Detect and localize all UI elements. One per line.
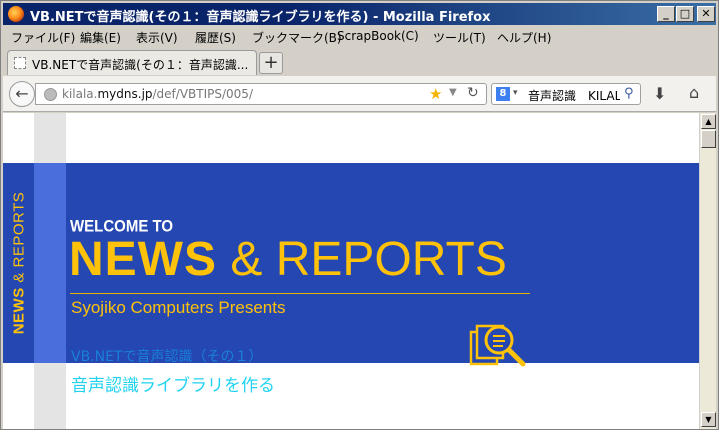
minimize-button[interactable]: _	[657, 6, 675, 22]
headline-divider	[70, 293, 530, 294]
scroll-down-button[interactable]: ▼	[701, 412, 716, 427]
maximize-button[interactable]: □	[676, 6, 694, 22]
reload-icon[interactable]: ↻	[467, 85, 479, 101]
url-text[interactable]: kilala.mydns.jp/def/VBTIPS/005/	[62, 87, 253, 101]
search-engine-icon[interactable]: 8	[496, 87, 510, 101]
article-subtitle-link[interactable]: 音声認識ライブラリを作る	[71, 371, 275, 396]
search-engine-dropdown-icon[interactable]: ▾	[513, 88, 518, 98]
menu-file[interactable]: ファイル(F)	[11, 29, 75, 46]
browser-window: VB.NETで音声認識(その１：音声認識ライブラリを作る) - Mozilla …	[0, 0, 719, 430]
menu-help[interactable]: ヘルプ(H)	[497, 29, 551, 46]
close-button[interactable]: ✕	[697, 6, 715, 22]
menu-edit[interactable]: 編集(E)	[80, 29, 121, 46]
scroll-up-button[interactable]: ▲	[701, 114, 716, 129]
site-subtitle: Syojiko Computers Presents	[71, 298, 286, 317]
title-bar: VB.NETで音声認識(その１：音声認識ライブラリを作る) - Mozilla …	[3, 3, 716, 25]
tab-strip: VB.NETで音声認識(その１：音声認識... +	[3, 49, 716, 75]
page-favicon-icon	[14, 57, 26, 69]
vertical-site-title: NEWS & REPORTS	[10, 191, 28, 335]
globe-icon	[44, 88, 57, 101]
navigation-bar: ← kilala.mydns.jp/def/VBTIPS/005/ ★ ▼ ↻ …	[3, 76, 716, 112]
search-icon[interactable]: ⚲	[624, 86, 634, 101]
home-button[interactable]: ⌂	[689, 83, 699, 102]
menu-scrapbook[interactable]: ScrapBook(C)	[337, 29, 419, 43]
scroll-thumb[interactable]	[701, 130, 716, 148]
back-button[interactable]: ←	[9, 81, 35, 107]
tab-active[interactable]: VB.NETで音声認識(その１：音声認識...	[7, 50, 257, 75]
menu-view[interactable]: 表示(V)	[136, 29, 178, 46]
page-content: NEWS & REPORTS WELCOME TO NEWS & REPORTS…	[3, 113, 699, 429]
vertical-scrollbar[interactable]: ▲ ▼	[699, 113, 716, 429]
bookmark-star-icon[interactable]: ★	[429, 85, 442, 103]
menu-history[interactable]: 履歴(S)	[195, 29, 236, 46]
search-input[interactable]: 音声認識 KILALA	[528, 87, 620, 104]
banner-accent-column	[34, 163, 66, 363]
article-title-link[interactable]: VB.NETで音声認識（その１）	[71, 346, 263, 366]
chevron-down-icon[interactable]: ▼	[449, 87, 457, 98]
new-tab-button[interactable]: +	[259, 52, 283, 74]
document-search-icon	[469, 324, 526, 367]
menu-bookmarks[interactable]: ブックマーク(B)	[252, 29, 342, 46]
search-bar[interactable]: 8 ▾ 音声認識 KILALA ⚲	[491, 83, 641, 105]
download-button[interactable]: ⬇	[653, 84, 666, 103]
window-title: VB.NETで音声認識(その１：音声認識ライブラリを作る) - Mozilla …	[30, 10, 491, 25]
menu-tools[interactable]: ツール(T)	[433, 29, 486, 46]
menu-bar: ファイル(F) 編集(E) 表示(V) 履歴(S) ブックマーク(B) Scra…	[3, 26, 716, 48]
tab-label: VB.NETで音声認識(その１：音声認識...	[32, 58, 249, 72]
site-headline: NEWS & REPORTS	[69, 233, 507, 286]
url-bar[interactable]: kilala.mydns.jp/def/VBTIPS/005/ ★ ▼ ↻	[35, 83, 487, 105]
firefox-icon	[8, 6, 24, 22]
